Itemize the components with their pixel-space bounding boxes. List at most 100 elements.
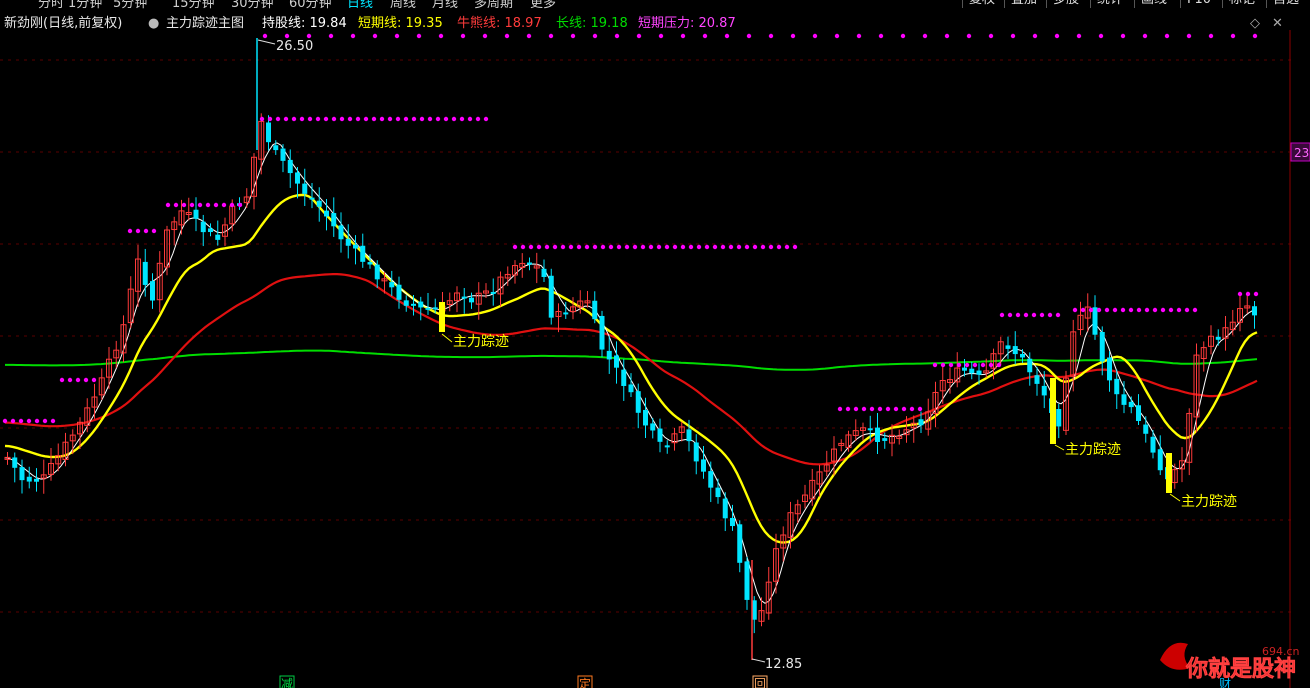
- diamond-icon[interactable]: ◇: [1250, 14, 1260, 34]
- pressure-dot: [1237, 291, 1243, 297]
- candle-body-down: [316, 200, 322, 207]
- candle-body-down: [1143, 424, 1149, 434]
- candle-body-down: [19, 467, 25, 481]
- pressure-dot: [42, 418, 48, 424]
- settings-icon[interactable]: ●: [148, 14, 159, 34]
- pressure-dot: [768, 33, 774, 39]
- indicator-name[interactable]: 主力踪迹主图: [166, 14, 244, 34]
- pressure-dot: [712, 244, 718, 250]
- candle-body-down: [331, 213, 337, 227]
- pressure-dot: [1096, 307, 1102, 313]
- price-chart[interactable]: 23 26.50 12.85 主力踪迹 主力踪迹 主力踪迹 减 定 回 财 69…: [0, 0, 1310, 688]
- pressure-dot: [419, 116, 425, 122]
- event-marker[interactable]: 减: [281, 677, 293, 688]
- pressure-dot: [1186, 33, 1192, 39]
- hold-line-value: 持股线: 19.84: [262, 16, 347, 31]
- bull-bear-line-value: 牛熊线: 18.97: [457, 16, 542, 31]
- pressure-dot: [948, 362, 954, 368]
- candle-body-down: [969, 368, 975, 374]
- pressure-dot: [482, 33, 488, 39]
- pressure-dot: [760, 244, 766, 250]
- pressure-dot: [1144, 307, 1150, 313]
- tracker-label: 主力踪迹: [1181, 494, 1237, 510]
- pressure-dot: [901, 406, 907, 412]
- pressure-dot: [636, 33, 642, 39]
- candle-body-down: [396, 284, 402, 300]
- long-line-value: 长线: 19.18: [556, 16, 628, 31]
- candle-body-down: [461, 296, 467, 299]
- pressure-dot: [67, 377, 73, 383]
- pressure-dot: [1010, 33, 1016, 39]
- candle-body-down: [389, 282, 395, 288]
- pressure-dot: [837, 406, 843, 412]
- pressure-dot: [1055, 312, 1061, 318]
- candle-body-down: [287, 159, 293, 174]
- pressure-dot: [999, 312, 1005, 318]
- pressure-dot: [680, 244, 686, 250]
- pressure-dot: [768, 244, 774, 250]
- bull-bear-line: [4, 273, 1258, 466]
- candle-body-down: [730, 517, 735, 527]
- candle-body-down: [1056, 409, 1062, 427]
- high-price-label: 26.50: [276, 39, 313, 54]
- pressure-dot: [616, 244, 622, 250]
- pressure-dot: [680, 33, 686, 39]
- pressure-dot: [1160, 307, 1166, 313]
- event-marker[interactable]: 回: [754, 677, 766, 688]
- pressure-dot: [893, 406, 899, 412]
- tracker-label: 主力踪迹: [453, 334, 509, 350]
- pressure-dot: [885, 406, 891, 412]
- pressure-dot: [648, 244, 654, 250]
- pressure-dot: [972, 362, 978, 368]
- pressure-dot: [736, 244, 742, 250]
- pressure-dot: [1047, 312, 1053, 318]
- pressure-dot: [520, 244, 526, 250]
- pressure-dot: [1054, 33, 1060, 39]
- pressure-dot: [459, 116, 465, 122]
- candle-body-down: [411, 303, 416, 306]
- pressure-dot: [395, 116, 401, 122]
- candle-body-down: [1252, 306, 1257, 316]
- pressure-dot: [1112, 307, 1118, 313]
- watermark: 694.cn 你就是股神: [1160, 642, 1300, 682]
- pressure-dot: [552, 244, 558, 250]
- candle-body-down: [606, 350, 612, 360]
- pressure-dot: [1245, 291, 1251, 297]
- candle-body-down: [490, 291, 496, 294]
- pressure-dot: [151, 228, 157, 234]
- candle-body-down: [432, 307, 438, 310]
- candle-body-down: [976, 370, 982, 375]
- candle-body-down: [418, 301, 424, 308]
- pressure-dot: [403, 116, 409, 122]
- pressure-dot: [988, 33, 994, 39]
- pressure-dot: [1039, 312, 1045, 318]
- candle-body-down: [12, 457, 18, 468]
- candle-body-down: [875, 427, 880, 442]
- pressure-dot: [350, 33, 356, 39]
- pressure-dot: [1253, 291, 1259, 297]
- pressure-dot: [1252, 33, 1258, 39]
- candle-body-down: [1099, 331, 1105, 362]
- candle-body-down: [150, 281, 155, 301]
- candle-body-down: [1107, 357, 1112, 381]
- pressure-dot: [315, 116, 321, 122]
- pressure-dot: [560, 244, 566, 250]
- candle-body-down: [1157, 449, 1163, 471]
- candle-body-down: [1150, 436, 1156, 453]
- pressure-dot: [205, 202, 211, 208]
- pressure-dot: [394, 33, 400, 39]
- event-marker[interactable]: 定: [579, 676, 591, 688]
- pressure-dot: [728, 244, 734, 250]
- pressure-dot: [1015, 312, 1021, 318]
- candle-body-down: [962, 367, 967, 371]
- pressure-dot: [672, 244, 678, 250]
- pressure-dot: [614, 33, 620, 39]
- close-icon[interactable]: ✕: [1272, 14, 1283, 34]
- pressure-dot: [792, 244, 798, 250]
- candle-body-down: [208, 228, 213, 233]
- pressure-dot: [443, 116, 449, 122]
- pressure-dot: [237, 202, 243, 208]
- pressure-dot: [570, 33, 576, 39]
- candle-body-down: [701, 459, 706, 472]
- pressure-dot: [451, 116, 457, 122]
